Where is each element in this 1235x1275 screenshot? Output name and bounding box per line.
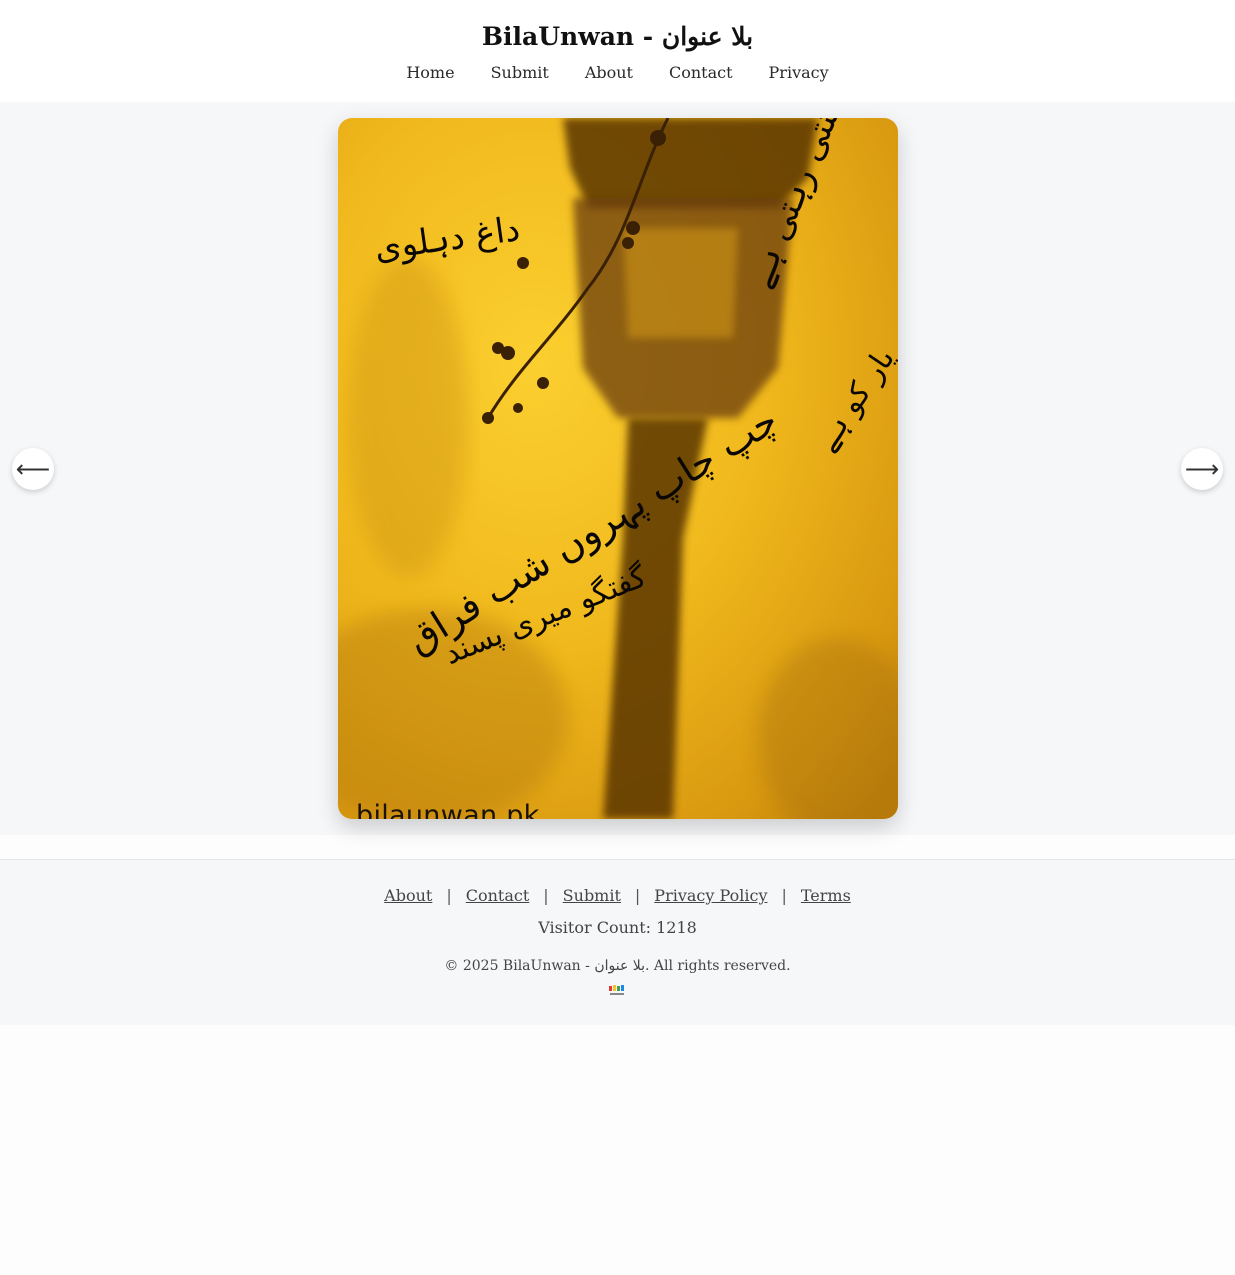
- footer-separator: |: [634, 886, 641, 905]
- nav-submit[interactable]: Submit: [491, 63, 549, 82]
- footer-separator: |: [781, 886, 787, 905]
- arrow-right-icon[interactable]: ⟶: [1181, 448, 1223, 490]
- nav-privacy[interactable]: Privacy: [769, 63, 829, 82]
- footer-links: About | Contact | Submit | Privacy Polic…: [0, 886, 1235, 905]
- site-footer: About | Contact | Submit | Privacy Polic…: [0, 859, 1235, 1025]
- footer-link-submit[interactable]: Submit: [563, 886, 621, 905]
- bilaunwan-logo-icon: [609, 985, 624, 995]
- footer-link-terms[interactable]: Terms: [801, 886, 851, 905]
- nav-about[interactable]: About: [585, 63, 633, 82]
- main-nav: Home Submit About Contact Privacy: [0, 63, 1235, 82]
- footer-separator: |: [446, 886, 452, 905]
- poetry-carousel: ⟵ داغ دہلوی سنتی رہتی ہے تصویر یار کو ہے…: [0, 102, 1235, 835]
- nav-home[interactable]: Home: [406, 63, 454, 82]
- poetry-image: داغ دہلوی سنتی رہتی ہے تصویر یار کو ہے چ…: [338, 118, 898, 819]
- footer-link-contact[interactable]: Contact: [466, 886, 530, 905]
- nav-contact[interactable]: Contact: [669, 63, 733, 82]
- footer-link-privacy-policy[interactable]: Privacy Policy: [654, 886, 767, 905]
- visitor-count: Visitor Count: 1218: [538, 918, 697, 937]
- arrow-left-icon[interactable]: ⟵: [12, 448, 54, 490]
- copyright-text: © 2025 BilaUnwan - بلا عنوان. All rights…: [444, 958, 791, 974]
- image-watermark: bilaunwan.pk: [356, 800, 540, 819]
- site-header: BilaUnwan - بلا عنوان Home Submit About …: [0, 0, 1235, 102]
- footer-link-about[interactable]: About: [384, 886, 432, 905]
- site-title[interactable]: BilaUnwan - بلا عنوان: [0, 22, 1235, 51]
- footer-separator: |: [543, 886, 549, 905]
